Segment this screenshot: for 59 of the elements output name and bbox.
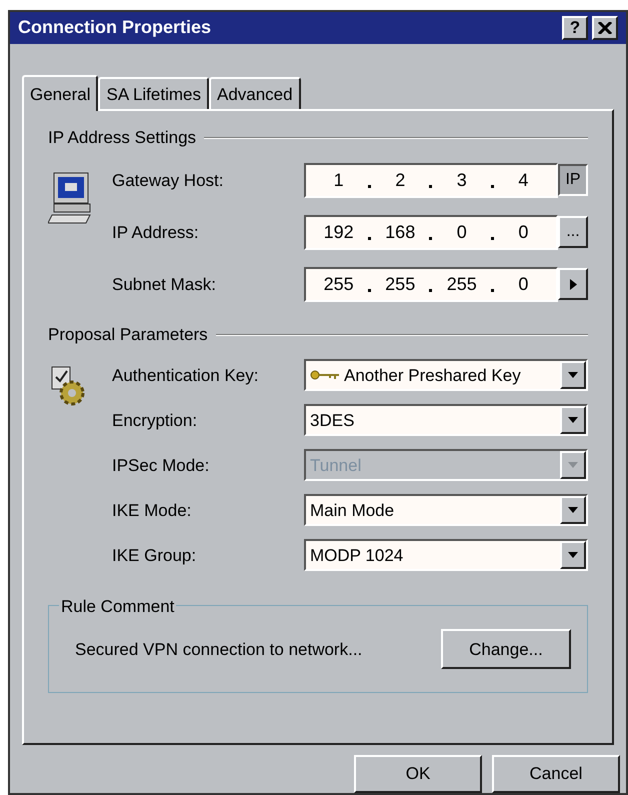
ip-address-field[interactable]: 1 2 3 4 xyxy=(304,162,558,198)
field-label: IKE Group: xyxy=(112,544,198,567)
dropdown-value: Tunnel xyxy=(309,454,362,477)
dropdown-value: Another Preshared Key xyxy=(343,364,522,387)
comment-text: Secured VPN connection to network... xyxy=(75,638,362,661)
octet-value: 168 xyxy=(384,220,416,244)
section-heading: Proposal Parameters xyxy=(48,324,208,346)
key-icon xyxy=(310,370,340,380)
dropdown-value: 3DES xyxy=(309,410,356,432)
side-button[interactable]: IP xyxy=(558,164,588,196)
change-button[interactable]: Change... xyxy=(441,629,571,670)
octet-value: 3 xyxy=(456,168,468,192)
dialog-button[interactable]: Cancel xyxy=(492,754,620,793)
octet-value: 0 xyxy=(517,220,530,244)
octet-value: 4 xyxy=(517,168,530,192)
octet-value: 1 xyxy=(332,168,345,192)
side-button[interactable]: ... xyxy=(558,216,588,248)
dropdown-button[interactable] xyxy=(560,496,586,524)
close-icon xyxy=(598,22,612,34)
dropdown-arrow-icon xyxy=(568,552,578,558)
dropdown-button[interactable] xyxy=(560,406,586,434)
octet-value: 255 xyxy=(322,272,355,296)
dropdown-field[interactable]: MODP 1024 xyxy=(304,539,588,572)
octet-value: 2 xyxy=(394,168,406,192)
field-label: Authentication Key: xyxy=(112,364,260,387)
field-label: Gateway Host: xyxy=(112,170,224,192)
octet-value: 0 xyxy=(517,272,530,296)
dropdown-value: MODP 1024 xyxy=(309,544,404,567)
dropdown-button[interactable] xyxy=(560,541,586,570)
octet-value: 255 xyxy=(384,272,416,296)
help-button[interactable]: ? xyxy=(562,16,588,40)
field-label: Subnet Mask: xyxy=(112,274,217,296)
dropdown-button[interactable] xyxy=(560,361,586,390)
right-arrow-icon xyxy=(570,278,576,290)
section-heading: IP Address Settings xyxy=(48,127,196,150)
ip-address-field[interactable]: 255 255 255 0 xyxy=(304,266,558,302)
field-label: IPSec Mode: xyxy=(112,454,210,477)
dropdown-arrow-icon xyxy=(568,462,578,468)
octet-value: 0 xyxy=(456,220,468,244)
tab[interactable]: Advanced xyxy=(208,77,301,110)
dropdown-arrow-icon xyxy=(568,417,578,424)
dropdown-field[interactable]: 3DES xyxy=(304,404,588,436)
dialog-button[interactable]: OK xyxy=(354,754,482,793)
dropdown-arrow-icon xyxy=(568,372,578,378)
dropdown-value: Main Mode xyxy=(309,500,396,522)
dropdown-field[interactable]: Another Preshared Key xyxy=(304,359,588,392)
close-button[interactable] xyxy=(592,16,618,40)
field-label: IP Address: xyxy=(112,222,200,244)
octet-value: 192 xyxy=(322,220,355,244)
dropdown-field[interactable]: Main Mode xyxy=(304,494,588,526)
window-title: Connection Properties xyxy=(18,16,212,40)
octet-value: 255 xyxy=(446,272,478,296)
side-button[interactable] xyxy=(558,268,588,300)
ip-address-field[interactable]: 192 168 0 0 xyxy=(304,214,558,250)
tab[interactable]: SA Lifetimes xyxy=(98,77,209,110)
field-label: Encryption: xyxy=(112,410,198,432)
dropdown-arrow-icon xyxy=(568,507,578,514)
field-label: IKE Mode: xyxy=(112,500,192,522)
tab[interactable]: General xyxy=(22,75,98,112)
